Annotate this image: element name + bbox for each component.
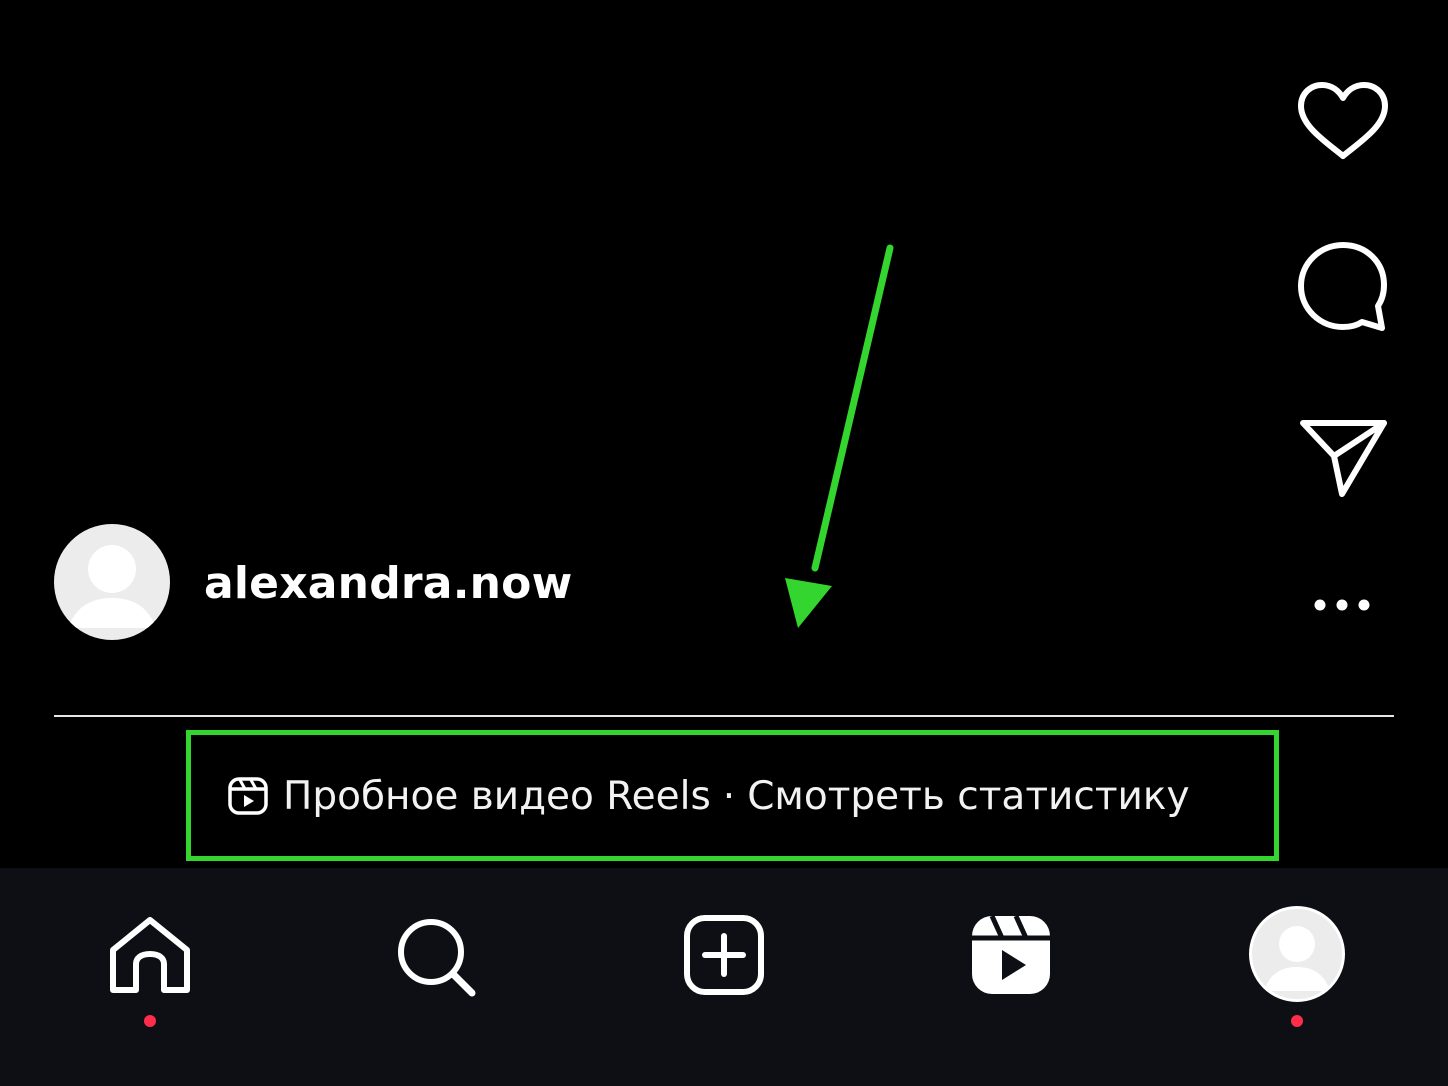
reels-icon xyxy=(227,775,269,821)
more-options-button[interactable] xyxy=(1312,596,1372,614)
comment-button[interactable] xyxy=(1296,240,1390,334)
default-avatar-icon xyxy=(68,545,156,628)
reels-icon xyxy=(970,914,1052,996)
plus-square-icon xyxy=(683,914,765,996)
trial-reel-label: Пробное видео Reels xyxy=(283,774,711,819)
view-insights-link[interactable]: Смотреть статистику xyxy=(747,774,1189,819)
divider xyxy=(54,715,1394,717)
comment-icon xyxy=(1296,240,1390,334)
search-icon xyxy=(396,918,480,1000)
nav-profile-avatar[interactable] xyxy=(1249,906,1345,1002)
author-avatar[interactable] xyxy=(54,524,170,640)
separator-dot: · xyxy=(722,774,736,819)
trial-reel-text: Пробное видео Reels · Смотреть статистику xyxy=(283,774,1190,820)
default-avatar-icon xyxy=(1264,926,1330,991)
nav-reels[interactable] xyxy=(970,914,1052,996)
paper-plane-icon xyxy=(1298,418,1388,498)
nav-create[interactable] xyxy=(683,914,765,996)
home-notification-dot xyxy=(144,1015,156,1027)
share-button[interactable] xyxy=(1298,418,1388,498)
trial-reel-banner[interactable]: Пробное видео Reels · Смотреть статистику xyxy=(186,730,1279,861)
more-icon xyxy=(1312,596,1372,614)
nav-search[interactable] xyxy=(396,918,480,1000)
username[interactable]: alexandra.now xyxy=(204,558,572,610)
nav-home[interactable] xyxy=(108,914,192,996)
like-button[interactable] xyxy=(1296,80,1390,162)
bottom-nav xyxy=(0,868,1448,1086)
home-icon xyxy=(108,914,192,996)
profile-notification-dot xyxy=(1291,1015,1303,1027)
heart-icon xyxy=(1296,80,1390,162)
annotation-arrow xyxy=(770,238,910,642)
